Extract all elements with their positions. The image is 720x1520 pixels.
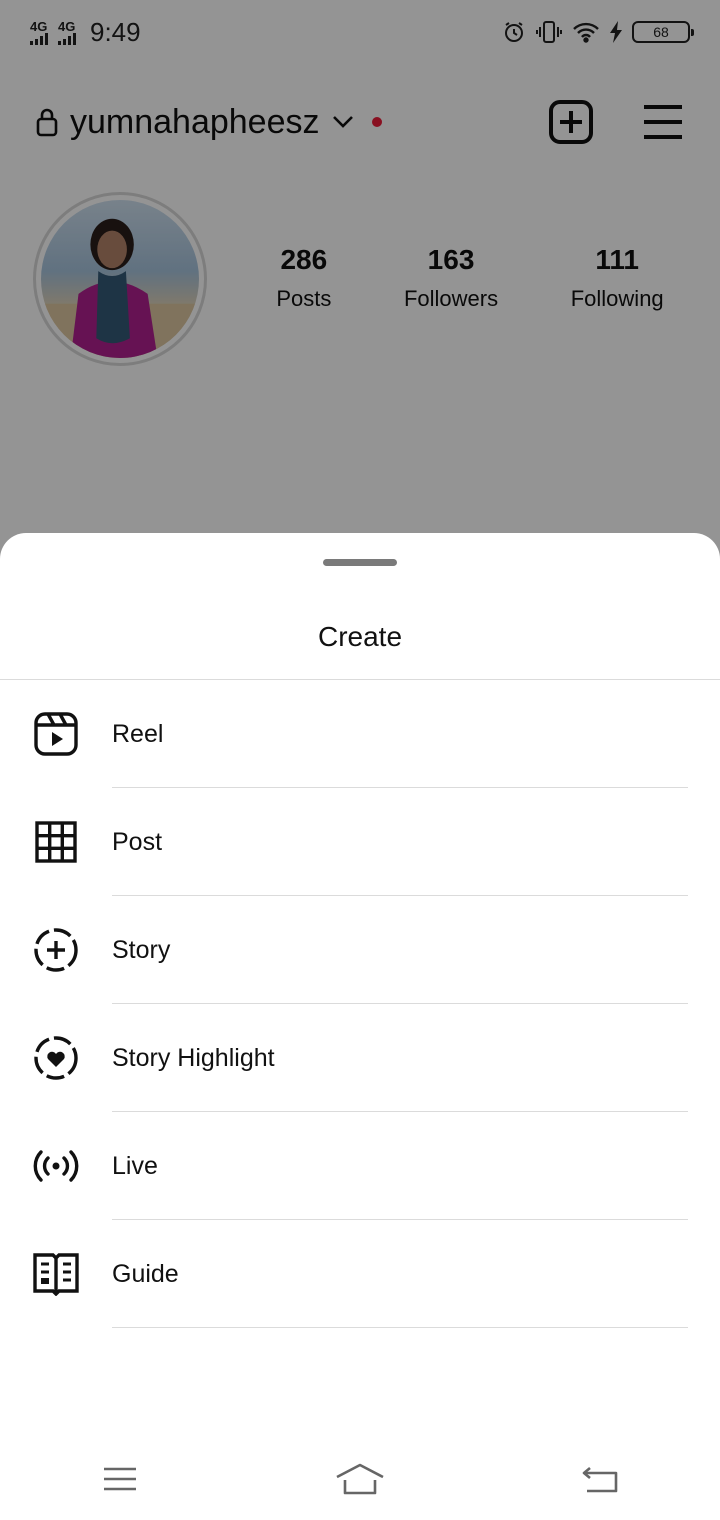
back-button[interactable] [570,1454,630,1504]
reel-icon [32,710,80,758]
home-button[interactable] [330,1454,390,1504]
menu-item-guide[interactable]: Guide [0,1220,720,1328]
create-bottom-sheet: Create Reel Post Story Story Highlight L… [0,533,720,1520]
create-menu: Reel Post Story Story Highlight Live Gui… [0,680,720,1328]
live-icon [32,1142,80,1190]
recents-button[interactable] [90,1454,150,1504]
menu-item-live[interactable]: Live [0,1112,720,1220]
guide-icon [32,1250,80,1298]
menu-item-reel[interactable]: Reel [0,680,720,788]
menu-item-label: Post [112,827,163,856]
menu-item-story-highlight[interactable]: Story Highlight [0,1004,720,1112]
story-add-icon [32,926,80,974]
menu-item-label: Guide [112,1259,179,1288]
menu-item-story[interactable]: Story [0,896,720,1004]
menu-item-post[interactable]: Post [0,788,720,896]
grid-icon [32,818,80,866]
back-icon [582,1467,618,1493]
story-highlight-icon [32,1034,80,1082]
menu-item-label: Reel [112,719,164,748]
menu-item-label: Story Highlight [112,1043,275,1072]
system-nav-bar [0,1438,720,1520]
divider [112,1327,688,1328]
menu-item-label: Story [112,935,171,964]
sheet-title: Create [317,621,403,652]
home-icon [336,1463,384,1495]
drag-handle[interactable] [323,559,397,566]
recents-icon [104,1467,136,1491]
menu-item-label: Live [112,1151,158,1180]
